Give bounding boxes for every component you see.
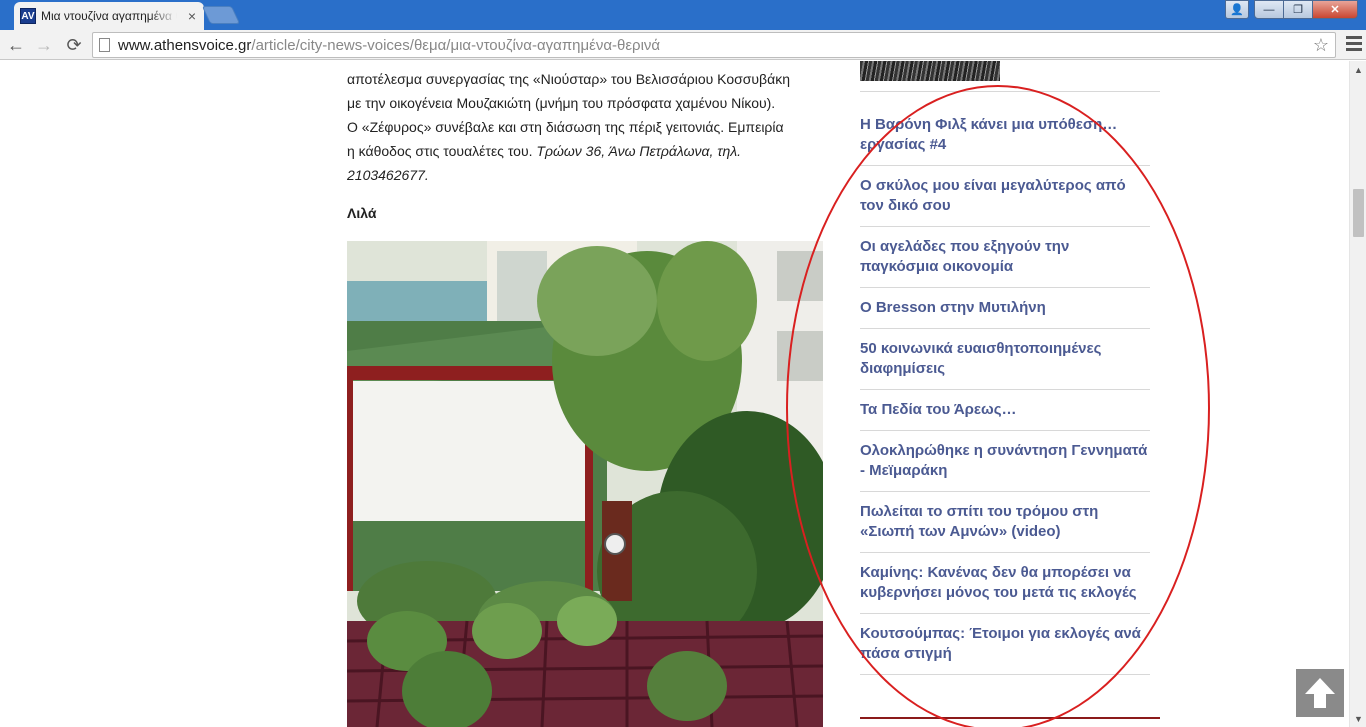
related-article-link[interactable]: Ο σκύλος μου είναι μεγαλύτερος από τον δ… [860,176,1150,216]
scroll-up-arrow-icon[interactable]: ▲ [1350,61,1366,78]
list-item: Η Βαρόνη Φιλξ κάνει μια υπόθεση… εργασία… [860,105,1150,166]
related-article-link[interactable]: Κουτσούμπας: Έτοιμοι για εκλογές ανά πάσ… [860,624,1150,664]
list-item: Καμίνης: Κανένας δεν θα μπορέσει να κυβε… [860,553,1150,614]
related-article-link[interactable]: 50 κοινωνικά ευαισθητοποιημένες διαφημίσ… [860,339,1150,379]
bookmark-star-icon[interactable]: ☆ [1313,35,1329,56]
article-line: η κάθοδος στις τουαλέτες του. Τρώων 36, … [347,139,827,163]
scroll-to-top-button[interactable] [1296,669,1344,717]
window-controls: 👤 — ❐ ✕ [1225,0,1358,19]
browser-tab[interactable]: AV Μια ντουζίνα αγαπημένα θερινά × [14,2,204,30]
related-article-link[interactable]: Η Βαρόνη Φιλξ κάνει μια υπόθεση… εργασία… [860,115,1150,155]
sidebar-thumbnail[interactable] [860,61,1000,81]
cinema-heading: Λιλά [347,205,377,221]
profile-icon[interactable]: 👤 [1225,0,1249,19]
related-article-link[interactable]: Πωλείται το σπίτι του τρόμου στη «Σιωπή … [860,502,1150,542]
minimize-button[interactable]: — [1254,0,1284,19]
page-scrollbar[interactable]: ▲ ▼ [1349,61,1366,727]
related-articles-list: Η Βαρόνη Φιλξ κάνει μια υπόθεση… εργασία… [860,105,1150,675]
url-text: www.athensvoice.gr/article/city-news-voi… [118,37,660,54]
related-article-link[interactable]: O Bresson στην Μυτιλήνη [860,298,1150,318]
chrome-menu-icon[interactable] [1346,36,1362,54]
tab-title: Μια ντουζίνα αγαπημένα θερινά [41,9,177,23]
phone-text: 2103462677. [347,167,429,183]
list-item: Οι αγελάδες που εξηγούν την παγκόσμια οι… [860,227,1150,288]
related-article-link[interactable]: Ολοκληρώθηκε η συνάντηση Γεννηματά - Μεϊ… [860,441,1150,481]
related-article-link[interactable]: Οι αγελάδες που εξηγούν την παγκόσμια οι… [860,237,1150,277]
address-text: Τρώων 36, Άνω Πετράλωνα, τηλ. [536,143,742,159]
list-item: Πωλείται το σπίτι του τρόμου στη «Σιωπή … [860,492,1150,553]
url-host: www.athensvoice.gr [118,36,252,54]
new-tab-button[interactable] [201,6,241,24]
list-item: 50 κοινωνικά ευαισθητοποιημένες διαφημίσ… [860,329,1150,390]
article-line: αποτέλεσμα συνεργασίας της «Νιούσταρ» το… [347,71,790,87]
browser-titlebar: AV Μια ντουζίνα αγαπημένα θερινά × 👤 — ❐… [0,0,1366,30]
arrow-up-icon [1305,678,1335,708]
site-favicon-icon: AV [20,8,36,24]
list-item: Ο σκύλος μου είναι μεγαλύτερος από τον δ… [860,166,1150,227]
sidebar-divider [860,91,1160,92]
close-window-button[interactable]: ✕ [1312,0,1358,19]
restore-button[interactable]: ❐ [1283,0,1313,19]
list-item: Τα Πεδία του Άρεως… [860,390,1150,431]
related-article-link[interactable]: Καμίνης: Κανένας δεν θα μπορέσει να κυβε… [860,563,1150,603]
browser-toolbar: ← → ⟳ www.athensvoice.gr/article/city-ne… [0,30,1366,60]
article-text: η κάθοδος στις τουαλέτες του. [347,143,537,159]
list-item: Ολοκληρώθηκε η συνάντηση Γεννηματά - Μεϊ… [860,431,1150,492]
section-divider [860,717,1160,719]
list-item: O Bresson στην Μυτιλήνη [860,288,1150,329]
url-path: /article/city-news-voices/θεμα/μια-ντουζ… [251,36,661,54]
address-bar[interactable]: www.athensvoice.gr/article/city-news-voi… [92,32,1336,58]
list-item: Κουτσούμπας: Έτοιμοι για εκλογές ανά πάσ… [860,614,1150,675]
page-viewport: αποτέλεσμα συνεργασίας της «Νιούσταρ» το… [0,61,1349,727]
cinema-photo [347,241,823,727]
scrollbar-thumb[interactable] [1353,189,1364,237]
forward-arrow-icon[interactable]: → [32,33,56,57]
article-line: Ο «Ζέφυρος» συνέβαλε και στη διάσωση της… [347,119,784,135]
scroll-down-arrow-icon[interactable]: ▼ [1350,710,1366,727]
reload-icon[interactable]: ⟳ [62,33,86,57]
article-line: 2103462677. [347,163,827,187]
article-line: με την οικογένεια Μουζακιώτη (μνήμη του … [347,95,776,111]
page-icon [99,38,110,52]
related-article-link[interactable]: Τα Πεδία του Άρεως… [860,400,1150,420]
tab-close-icon[interactable]: × [188,8,196,24]
back-arrow-icon[interactable]: ← [4,33,28,57]
